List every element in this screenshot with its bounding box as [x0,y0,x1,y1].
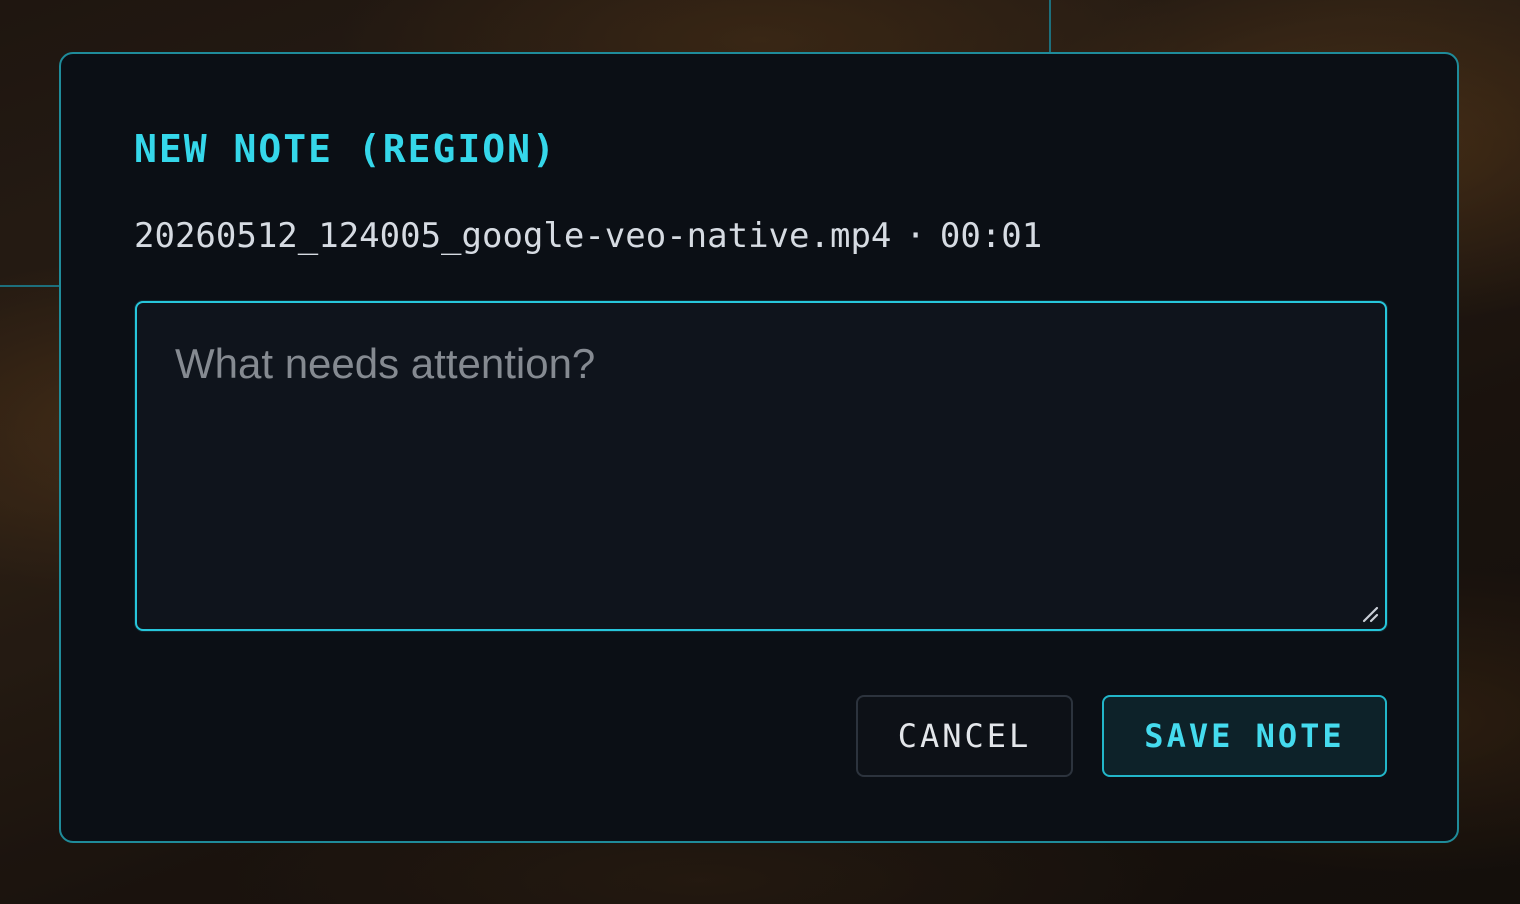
meta-separator: · [905,216,926,256]
new-note-dialog: NEW NOTE (REGION) 20260512_124005_google… [59,52,1459,843]
note-textarea[interactable] [137,303,1385,629]
cancel-button[interactable]: CANCEL [856,695,1073,777]
note-context: 20260512_124005_google-veo-native.mp4 · 00… [134,214,1042,258]
video-timestamp: 00:01 [939,216,1043,256]
note-textarea-container [135,301,1387,631]
save-note-button[interactable]: SAVE NOTE [1102,695,1387,777]
resize-handle-icon[interactable] [1361,605,1379,623]
video-filename: 20260512_124005_google-veo-native.mp4 [134,216,892,256]
background-guide-line-vertical [1049,0,1051,52]
dialog-title: NEW NOTE (REGION) [134,127,557,171]
background-guide-line-horizontal [0,285,60,287]
